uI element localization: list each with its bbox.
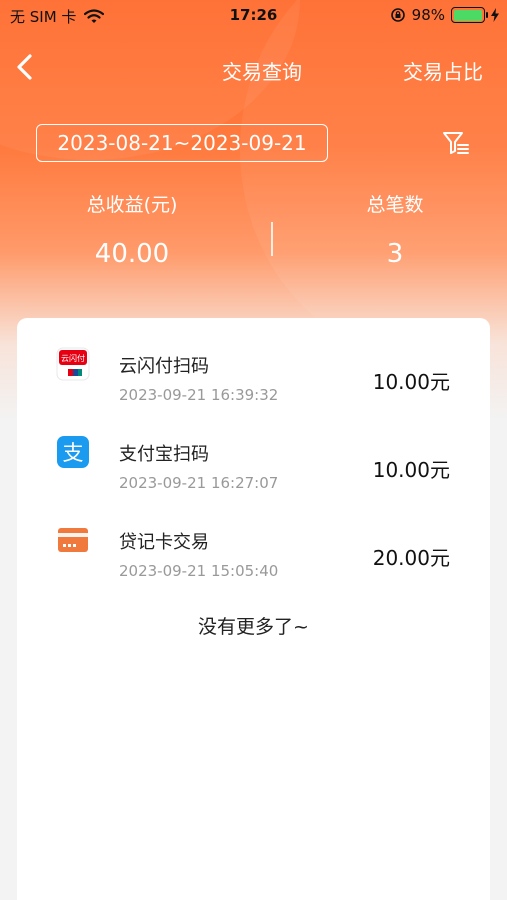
total-income-label: 总收益(元): [86, 194, 178, 216]
transaction-list: 云闪付 云闪付扫码 2023-09-21 16:39:32 10.00元 支 支…: [17, 318, 490, 900]
alipay-icon: 支: [55, 434, 91, 470]
total-count-stat: 总笔数 3: [295, 190, 495, 269]
charging-bolt-icon: [491, 8, 499, 22]
total-count-value: 3: [386, 239, 404, 269]
transaction-ratio-button[interactable]: 交易占比: [403, 56, 483, 85]
transaction-amount: 20.00元: [372, 546, 450, 570]
orientation-lock-icon: [390, 8, 405, 22]
unionpay-quickpass-icon: 云闪付: [55, 346, 91, 382]
navigation-bar: 交易查询 交易占比: [0, 48, 507, 88]
transaction-name: 贷记卡交易: [119, 532, 209, 553]
list-end-message: 没有更多了~: [198, 616, 309, 638]
unionpay-icon-text: 云闪付: [61, 353, 85, 363]
stats-divider: [271, 222, 273, 256]
battery-icon: [451, 7, 488, 23]
transaction-row[interactable]: 云闪付 云闪付扫码 2023-09-21 16:39:32 10.00元: [17, 334, 490, 406]
status-bar: 无 SIM 卡 17:26 98%: [0, 0, 507, 30]
filter-icon: [443, 132, 469, 154]
transaction-amount: 10.00元: [372, 458, 450, 482]
transaction-time: 2023-09-21 15:05:40: [119, 562, 279, 580]
total-income-stat: 总收益(元) 40.00: [32, 190, 232, 269]
transaction-row[interactable]: 贷记卡交易 2023-09-21 15:05:40 20.00元: [17, 510, 490, 582]
alipay-icon-text: 支: [63, 441, 84, 465]
transaction-time: 2023-09-21 16:27:07: [119, 474, 279, 492]
battery-fill: [453, 9, 482, 21]
total-income-value: 40.00: [94, 239, 170, 269]
transaction-name: 云闪付扫码: [119, 356, 209, 377]
transaction-row[interactable]: 支 支付宝扫码 2023-09-21 16:27:07 10.00元: [17, 422, 490, 494]
transaction-amount: 10.00元: [372, 370, 450, 394]
battery-percent: 98%: [411, 6, 445, 24]
filter-button[interactable]: [441, 128, 471, 158]
credit-card-icon: [55, 522, 91, 558]
status-right: 98%: [390, 6, 499, 24]
transaction-name: 支付宝扫码: [119, 444, 209, 465]
total-count-label: 总笔数: [366, 194, 424, 216]
transaction-time: 2023-09-21 16:39:32: [119, 386, 279, 404]
date-range-picker[interactable]: 2023-08-21~2023-09-21: [36, 124, 328, 162]
summary-stats: 总收益(元) 40.00 总笔数 3: [0, 190, 507, 280]
